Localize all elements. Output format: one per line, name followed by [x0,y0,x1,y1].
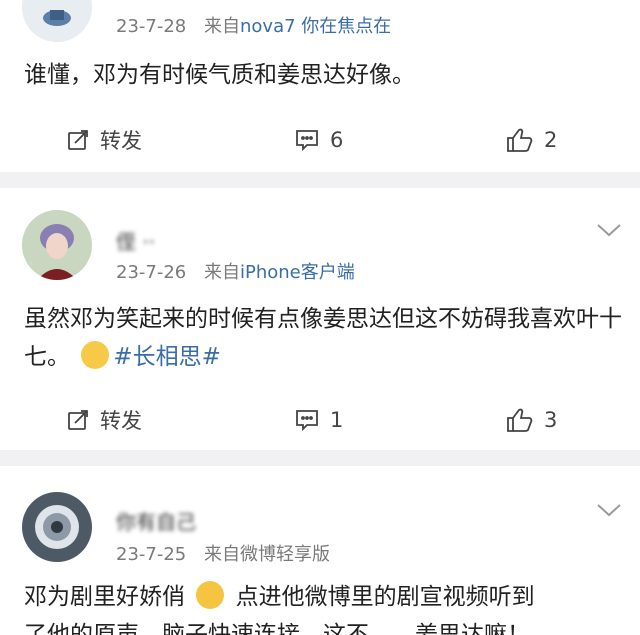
avatar[interactable] [22,492,92,562]
separator [0,172,640,188]
avatar[interactable] [22,0,92,42]
source-prefix: 来自 [204,262,240,283]
username[interactable]: 侄 ·· [116,226,155,255]
device-source[interactable]: nova7 你在焦点在 [240,16,391,37]
comment-icon [296,130,318,152]
like-button[interactable]: 3 [506,400,557,440]
post-actions: 转发 6 2 [0,120,640,160]
source-prefix: 来自 [204,16,240,37]
device-source[interactable]: 微博轻享版 [240,544,330,565]
like-count: 3 [544,408,558,432]
chevron-down-icon[interactable] [596,502,622,518]
hashtag-link[interactable]: #长相思# [113,344,221,370]
post-actions: 转发 1 3 [0,400,640,440]
post-meta: 23-7-25 来自微博轻享版 [116,540,330,566]
repost-icon [68,410,88,430]
post-2: 侄 ·· 23-7-26 来自iPhone客户端 虽然邓为笑起来的时候有点像姜思… [0,188,640,450]
post-1: 23-7-28 来自nova7 你在焦点在 谁懂，邓为有时候气质和姜思达好像。 … [0,0,640,172]
comment-count: 6 [330,128,344,152]
repost-label: 转发 [100,409,142,433]
separator [0,450,640,466]
like-count: 2 [544,128,558,152]
username[interactable]: 你有自己 [116,506,196,535]
repost-button[interactable]: 转发 [66,120,142,160]
source-prefix: 来自 [204,544,240,565]
post-time: 23-7-25 [116,544,187,565]
post-meta: 23-7-26 来自iPhone客户端 [116,258,355,284]
repost-button[interactable]: 转发 [66,400,142,440]
post-time: 23-7-28 [116,16,187,37]
device-source[interactable]: iPhone客户端 [240,262,355,283]
comment-button[interactable]: 6 [294,120,343,160]
post-text-part-c: 了他的原声，脑子快速连接，这不……姜思达嘛！ [24,622,530,635]
post-meta: 23-7-28 来自nova7 你在焦点在 [116,12,391,38]
post-text: 谁懂，邓为有时候气质和姜思达好像。 [24,62,415,88]
thumbs-up-icon [507,128,533,152]
like-button[interactable]: 2 [506,120,557,160]
avatar[interactable] [22,210,92,280]
thumbs-up-icon [507,408,533,432]
post-time: 23-7-26 [116,262,187,283]
flower-emoji-icon [81,341,110,369]
post-text: 邓为剧里好娇俏 点进他微博里的剧宣视频听到 了他的原声，脑子快速连接，这不……姜… [24,578,624,635]
post-text: 虽然邓为笑起来的时候有点像姜思达但这不妨碍我喜欢叶十七。 #长相思# [24,300,624,376]
repost-icon [68,130,88,150]
chevron-down-icon[interactable] [596,222,622,238]
post-text-part-b: 点进他微博里的剧宣视频听到 [235,584,535,610]
comment-button[interactable]: 1 [294,400,343,440]
comment-count: 1 [330,408,344,432]
post-3: 你有自己 23-7-25 来自微博轻享版 邓为剧里好娇俏 点进他微博里的剧宣视频… [0,466,640,635]
comment-icon [296,410,318,432]
post-text-part-a: 邓为剧里好娇俏 [24,584,185,610]
heart-eyes-emoji-icon [196,581,225,609]
repost-label: 转发 [100,129,142,153]
